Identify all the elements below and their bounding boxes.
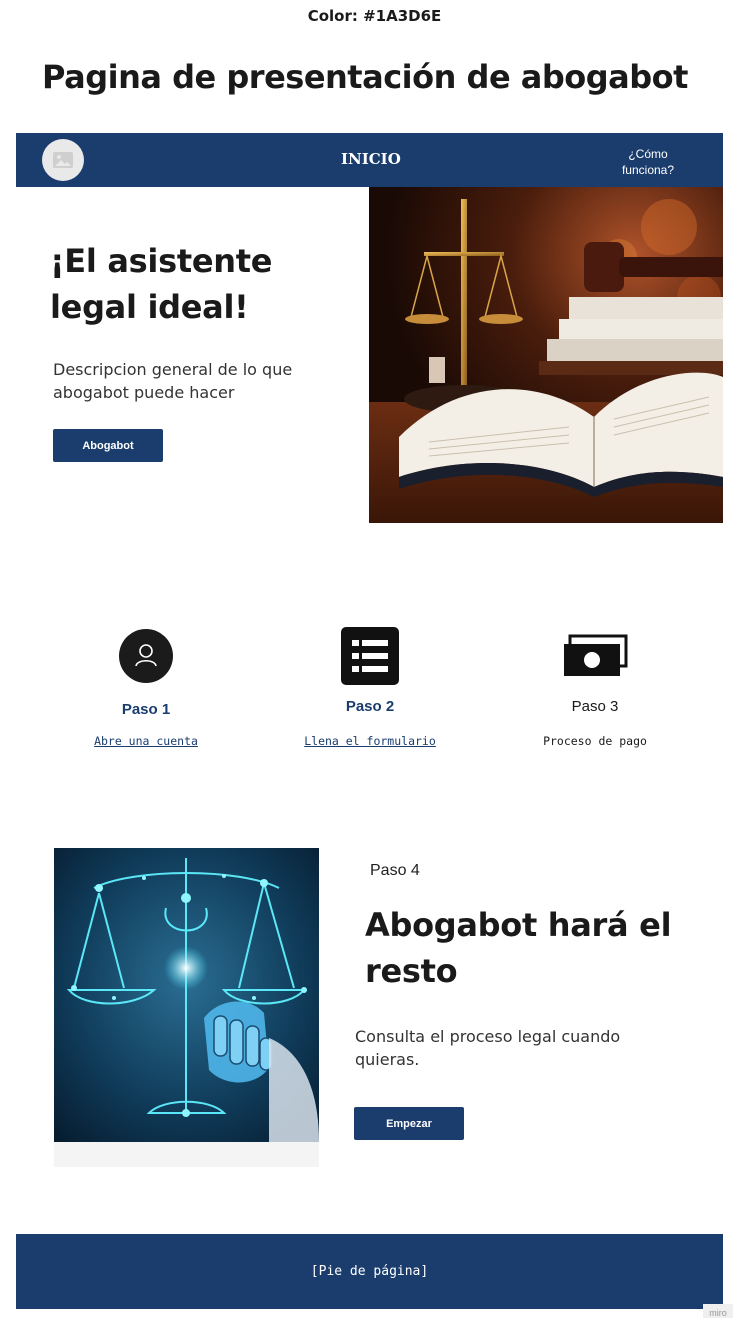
logo-placeholder[interactable] [42, 139, 84, 181]
list-icon [341, 627, 399, 685]
step-4-label: Paso 4 [370, 862, 420, 879]
step-1: Paso 1 Abre una cuenta [36, 625, 256, 748]
hero-description: Descripcion general de lo que abogabot p… [53, 360, 293, 402]
step-4-image-strip [54, 1142, 319, 1167]
step-3-title: Paso 3 [571, 698, 619, 715]
step-4-description: Consulta el proceso legal cuando quieras… [355, 1027, 621, 1069]
step-1-title: Paso 1 [121, 701, 171, 718]
money-icon [564, 634, 628, 676]
step-1-link[interactable]: Abre una cuenta [36, 734, 256, 748]
step-3: Paso 3 Proceso de pago [485, 625, 705, 748]
miro-watermark: miro [703, 1304, 733, 1318]
nav-home-link[interactable]: INICIO [341, 150, 401, 168]
step-2: Paso 2 Llena el formulario [260, 625, 480, 748]
nav-how-it-works-link[interactable]: ¿Cómo funciona? [612, 146, 684, 178]
step-4-image [54, 848, 319, 1142]
step-4-heading: Abogabot hará el resto [365, 906, 672, 990]
user-icon [119, 629, 173, 683]
step-2-title: Paso 2 [345, 698, 395, 715]
abogabot-button[interactable]: Abogabot [53, 429, 163, 462]
hero-heading: ¡El asistente legal ideal! [50, 242, 273, 326]
step-2-link[interactable]: Llena el formulario [260, 734, 480, 748]
page-title: Pagina de presentación de abogabot [42, 58, 688, 96]
step-3-link: Proceso de pago [543, 734, 647, 748]
footer: [Pie de página] [16, 1234, 723, 1309]
footer-text: [Pie de página] [310, 1264, 429, 1279]
start-button[interactable]: Empezar [354, 1107, 464, 1140]
color-note: Color: #1A3D6E [307, 7, 442, 25]
navbar: INICIO ¿Cómo funciona? [16, 133, 723, 187]
image-placeholder-icon [53, 152, 73, 168]
hero-image [369, 187, 723, 523]
